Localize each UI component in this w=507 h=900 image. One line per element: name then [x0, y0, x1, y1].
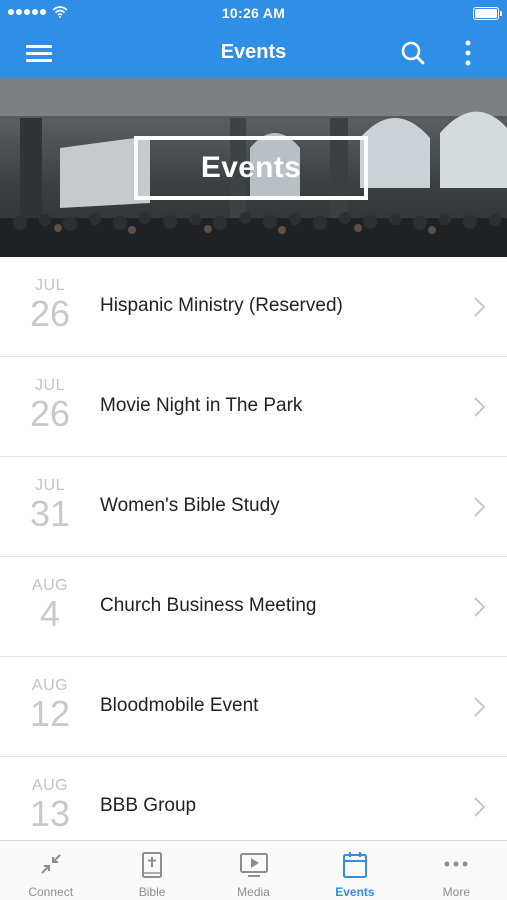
event-date: AUG 4	[20, 577, 80, 633]
chevron-right-icon	[474, 697, 486, 717]
events-list: JUL 26 Hispanic Ministry (Reserved) JUL …	[0, 257, 507, 857]
event-date: AUG 13	[20, 777, 80, 833]
event-date: JUL 26	[20, 277, 80, 333]
event-title: Bloodmobile Event	[100, 695, 259, 716]
connect-icon	[40, 854, 61, 874]
event-row[interactable]: AUG 12 Bloodmobile Event	[0, 657, 507, 757]
status-time: 10:26 AM	[221, 5, 286, 21]
tab-label: Events	[335, 885, 375, 899]
event-row[interactable]: JUL 31 Women's Bible Study	[0, 457, 507, 557]
more-horizontal-icon	[444, 861, 468, 867]
search-icon[interactable]	[398, 38, 428, 68]
page-title: Events	[220, 41, 287, 63]
nav-bar: Events	[0, 28, 507, 78]
tab-more[interactable]: More	[406, 841, 507, 900]
tab-media[interactable]: Media	[203, 841, 304, 900]
event-date: AUG 12	[20, 677, 80, 733]
media-icon	[239, 853, 268, 877]
status-bar: 10:26 AM	[0, 0, 507, 28]
hero-banner: Events	[0, 78, 507, 257]
calendar-icon	[342, 852, 367, 878]
event-day: 31	[29, 493, 71, 534]
bible-icon	[142, 852, 163, 878]
chevron-right-icon	[474, 597, 486, 617]
event-day: 12	[29, 693, 71, 734]
tab-label: Bible	[138, 885, 166, 899]
tab-connect[interactable]: Connect	[0, 841, 101, 900]
event-row[interactable]: JUL 26 Movie Night in The Park	[0, 357, 507, 457]
chevron-right-icon	[474, 797, 486, 817]
event-title: Movie Night in The Park	[100, 395, 303, 416]
hero-title-frame: Events	[134, 136, 368, 200]
tab-label: More	[442, 885, 470, 899]
event-day: 13	[29, 793, 71, 834]
event-day: 4	[39, 593, 61, 634]
event-day: 26	[29, 293, 71, 334]
tab-label: Connect	[28, 885, 74, 899]
battery-icon	[473, 7, 502, 20]
event-title: Hispanic Ministry (Reserved)	[100, 295, 343, 316]
chevron-right-icon	[474, 397, 486, 417]
more-vertical-icon[interactable]	[456, 38, 480, 68]
tab-label: Media	[237, 885, 270, 899]
event-day: 26	[29, 393, 71, 434]
event-date: JUL 31	[20, 477, 80, 533]
chevron-right-icon	[474, 497, 486, 517]
hero-title: Events	[200, 151, 302, 184]
tab-bible[interactable]: Bible	[101, 841, 202, 900]
event-title: Women's Bible Study	[100, 495, 280, 516]
event-date: JUL 26	[20, 377, 80, 433]
event-row[interactable]: AUG 4 Church Business Meeting	[0, 557, 507, 657]
event-title: Church Business Meeting	[100, 595, 317, 616]
event-title: BBB Group	[100, 795, 197, 816]
tab-events[interactable]: Events	[304, 841, 405, 900]
tab-bar: Connect Bible Media Events More	[0, 840, 507, 900]
event-row[interactable]: JUL 26 Hispanic Ministry (Reserved)	[0, 257, 507, 357]
chevron-right-icon	[474, 297, 486, 317]
